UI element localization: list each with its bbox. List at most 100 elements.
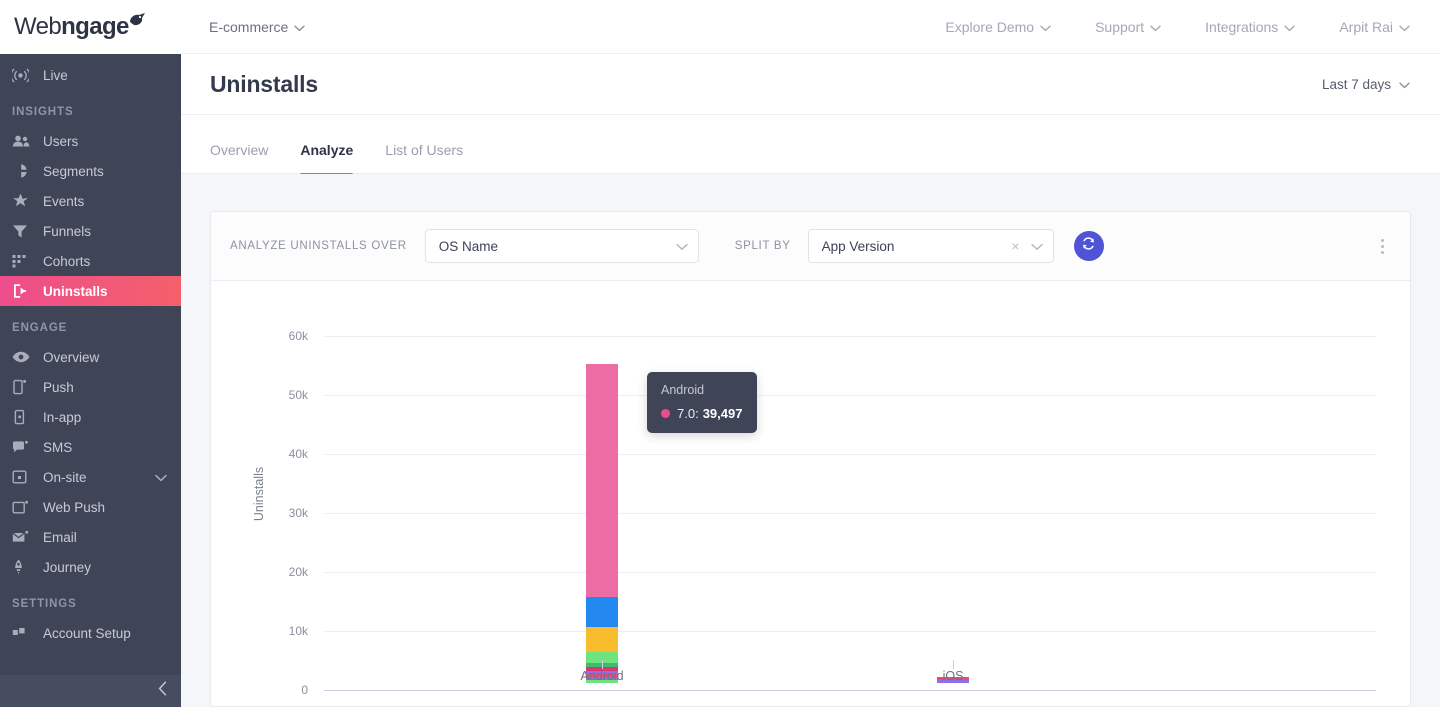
nav-user-account[interactable]: Arpit Rai [1339,19,1410,35]
clear-icon[interactable]: × [1011,238,1019,254]
sidebar-item-sms[interactable]: SMS [0,432,181,462]
tooltip-title: Android [661,383,743,397]
sidebar-item-email[interactable]: Email [0,522,181,552]
bar-group-ios[interactable]: iOS [937,677,969,683]
y-tick-label: 10k [256,624,316,638]
nav-integrations[interactable]: Integrations [1205,19,1295,35]
y-tick-label: 20k [256,565,316,579]
sidebar-item-push[interactable]: Push [0,372,181,402]
chevron-down-icon [294,19,305,35]
sidebar-item-funnels[interactable]: Funnels [0,216,181,246]
chevron-down-icon[interactable] [155,470,167,485]
sidebar-item-web-push[interactable]: Web Push [0,492,181,522]
chart-tooltip: Android 7.0: 39,497 [647,372,757,433]
nav-link-label: Integrations [1205,19,1278,35]
nav-explore-demo[interactable]: Explore Demo [945,19,1051,35]
sidebar-item-overview[interactable]: Overview [0,342,181,372]
sidebar-item-label: Account Setup [43,626,131,641]
sidebar: Webngage Liv [0,0,181,707]
chevron-down-icon [1150,19,1161,35]
more-vertical-icon[interactable] [1375,233,1390,260]
sidebar-item-label: On-site [43,470,87,485]
tab-analyze[interactable]: Analyze [300,142,353,173]
tab-overview[interactable]: Overview [210,142,268,173]
sidebar-item-uninstalls[interactable]: Uninstalls [0,276,181,306]
uninstalls-stacked-bar-chart: Uninstalls 60k 50k 40k 30k 20k 10k 0 [211,281,1411,707]
sidebar-item-label: Funnels [43,224,91,239]
sidebar-item-label: Overview [43,350,99,365]
topbar-left: E-commerce [181,19,305,35]
main-content: ANALYZE UNINSTALLS OVER OS Name SPLIT BY… [181,174,1440,707]
sidebar-item-on-site[interactable]: On-site [0,462,181,492]
grid-dots-icon [12,252,34,270]
chevron-down-icon [1040,19,1051,35]
split-by-select[interactable]: App Version × [808,229,1054,263]
tab-list-of-users[interactable]: List of Users [385,142,463,173]
analyze-over-label: ANALYZE UNINSTALLS OVER [230,240,407,252]
x-tick-mark [953,660,954,669]
workspace-selector[interactable]: E-commerce [209,19,305,35]
web-push-icon [12,498,34,516]
nav-support[interactable]: Support [1095,19,1161,35]
tooltip-row: 7.0: 39,497 [661,406,743,421]
x-axis-label-android: Android [542,669,662,683]
bar-group-android[interactable]: Android [586,364,618,683]
star-icon [12,192,34,210]
workspace-label: E-commerce [209,19,288,35]
rocket-icon [12,558,34,576]
users-icon [12,132,34,150]
chevron-down-icon [1031,239,1043,254]
webengage-logo[interactable]: Webngage [14,13,147,41]
sidebar-item-cohorts[interactable]: Cohorts [0,246,181,276]
sidebar-item-live[interactable]: Live [0,60,181,90]
bird-icon [125,11,147,33]
tooltip-series-label: 7.0: [677,406,699,421]
pie-chart-icon [12,162,34,180]
sidebar-item-segments[interactable]: Segments [0,156,181,186]
nav-link-label: Explore Demo [945,19,1034,35]
y-tick-label: 60k [256,329,316,343]
logo-area: Webngage [0,0,181,54]
tabs-bar: Overview Analyze List of Users [181,115,1440,174]
sidebar-item-label: Push [43,380,74,395]
chevron-left-icon [158,681,167,701]
sidebar-item-label: SMS [43,440,72,455]
sidebar-collapse-button[interactable] [0,675,181,707]
sidebar-item-users[interactable]: Users [0,126,181,156]
sidebar-item-label: Uninstalls [43,284,108,299]
bar-segment[interactable] [586,364,618,597]
analyze-card: ANALYZE UNINSTALLS OVER OS Name SPLIT BY… [210,211,1411,707]
sms-bubble-icon [12,438,34,456]
chevron-down-icon [1284,19,1295,35]
bar-segment[interactable] [586,597,618,627]
email-envelope-icon [12,528,34,546]
chevron-down-icon [1399,19,1410,35]
page-header: Uninstalls Last 7 days [181,54,1440,115]
chevron-down-icon [676,239,688,254]
in-app-icon [12,408,34,426]
y-tick-label: 30k [256,506,316,520]
mobile-push-icon [12,378,34,396]
date-range-selector[interactable]: Last 7 days [1322,77,1410,92]
y-axis-ticks: 60k 50k 40k 30k 20k 10k 0 [256,281,316,707]
sidebar-section-settings: SETTINGS [0,582,181,618]
bar-segment[interactable] [586,627,618,652]
sidebar-item-events[interactable]: Events [0,186,181,216]
y-tick-label: 50k [256,388,316,402]
topbar-right: Explore Demo Support Integrations Arpit … [945,19,1440,35]
page-title: Uninstalls [181,71,318,98]
squares-icon [12,624,34,642]
live-broadcast-icon [12,66,34,84]
tooltip-series-dot [661,409,670,418]
sidebar-item-label: In-app [43,410,81,425]
sidebar-item-journey[interactable]: Journey [0,552,181,582]
x-axis-label-ios: iOS [893,669,1013,683]
sidebar-item-account-setup[interactable]: Account Setup [0,618,181,648]
analyze-over-select[interactable]: OS Name [425,229,699,263]
logout-arrow-icon [12,282,34,300]
x-tick-mark [602,660,603,669]
sidebar-item-in-app[interactable]: In-app [0,402,181,432]
analyze-over-value: OS Name [439,239,676,254]
refresh-button[interactable] [1074,231,1104,261]
sidebar-item-label: Journey [43,560,91,575]
